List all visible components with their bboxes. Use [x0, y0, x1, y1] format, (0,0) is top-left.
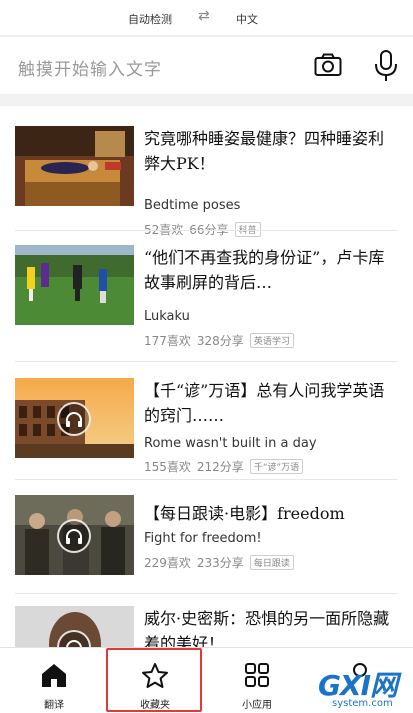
target-language[interactable]: 中文: [236, 11, 258, 27]
like-count: 177喜欢: [144, 334, 191, 348]
thumbnail-movie: [15, 495, 134, 575]
article-subtitle: Bedtime poses: [144, 198, 241, 213]
divider: [15, 230, 398, 231]
thumbnail-bedroom: [15, 126, 134, 206]
thumbnail-portrait: [15, 606, 134, 647]
category-tag[interactable]: 千“谚”万语: [249, 459, 304, 474]
tab-label: 翻译: [44, 700, 64, 711]
tab-label: 小应用: [242, 700, 272, 711]
article-feed[interactable]: 究竟哪种睡姿最健康？四种睡姿利弊大PK！ Bedtime poses 52喜欢 …: [0, 106, 413, 647]
source-language[interactable]: 自动检测: [128, 11, 172, 27]
thumbnail-colosseum: [15, 378, 134, 458]
headphones-icon[interactable]: [57, 402, 91, 436]
translate-input[interactable]: 触摸开始输入文字: [0, 37, 413, 94]
list-item[interactable]: 威尔·史密斯：恐惧的另一面所隐藏着的美好！: [15, 606, 398, 647]
article-subtitle: Lukaku: [144, 309, 190, 324]
category-tag[interactable]: 每日跟读: [249, 555, 294, 570]
article-title[interactable]: 究竟哪种睡姿最健康？四种睡姿利弊大PK！: [144, 126, 399, 176]
article-title[interactable]: “他们不再查我的身份证”，卢卡库故事刷屏的背后…: [144, 245, 399, 295]
category-tag[interactable]: 英语学习: [249, 333, 294, 348]
like-count: 229喜欢: [144, 556, 191, 570]
headphones-icon[interactable]: [57, 519, 91, 553]
article-meta: 155喜欢 212分享 千“谚”万语: [144, 458, 304, 475]
thumbnail-football: [15, 245, 134, 325]
watermark-domain: system.com: [332, 698, 393, 709]
list-item[interactable]: 【每日跟读·电影】freedom Fight for freedom! 229喜…: [15, 495, 398, 613]
tab-translate[interactable]: 翻译: [4, 648, 104, 713]
tab-mini-apps[interactable]: 小应用: [207, 648, 307, 713]
apps-grid-icon: [245, 663, 269, 687]
article-title[interactable]: 【每日跟读·电影】freedom: [144, 501, 399, 526]
article-meta: 229喜欢 233分享 每日跟读: [144, 554, 294, 571]
share-count: 212分享: [196, 460, 244, 474]
section-gap: [0, 94, 413, 106]
camera-icon[interactable]: [314, 53, 342, 77]
language-bar: 自动检测 ⇄ 中文: [0, 0, 413, 36]
article-meta: 177喜欢 328分享 英语学习: [144, 332, 294, 349]
article-title[interactable]: 【千“谚”万语】总有人问我学英语的窍门……: [144, 378, 399, 428]
microphone-icon[interactable]: [374, 50, 398, 82]
share-count: 328分享: [196, 334, 244, 348]
article-subtitle: Fight for freedom!: [144, 531, 262, 546]
watermark-logo: GXI网 system.com: [318, 664, 413, 713]
input-placeholder: 触摸开始输入文字: [18, 60, 162, 80]
share-count: 233分享: [196, 556, 244, 570]
swap-icon[interactable]: ⇄: [198, 8, 210, 24]
highlight-box: [106, 648, 202, 712]
home-icon: [42, 664, 66, 687]
article-title[interactable]: 威尔·史密斯：恐惧的另一面所隐藏着的美好！: [144, 606, 399, 647]
list-item[interactable]: 究竟哪种睡姿最健康？四种睡姿利弊大PK！ Bedtime poses 52喜欢 …: [15, 126, 398, 244]
article-subtitle: Rome wasn't built in a day: [144, 436, 317, 451]
like-count: 155喜欢: [144, 460, 191, 474]
divider: [15, 361, 398, 362]
list-item[interactable]: “他们不再查我的身份证”，卢卡库故事刷屏的背后… Lukaku 177喜欢 32…: [15, 245, 398, 363]
divider: [15, 479, 398, 480]
divider: [15, 593, 398, 594]
